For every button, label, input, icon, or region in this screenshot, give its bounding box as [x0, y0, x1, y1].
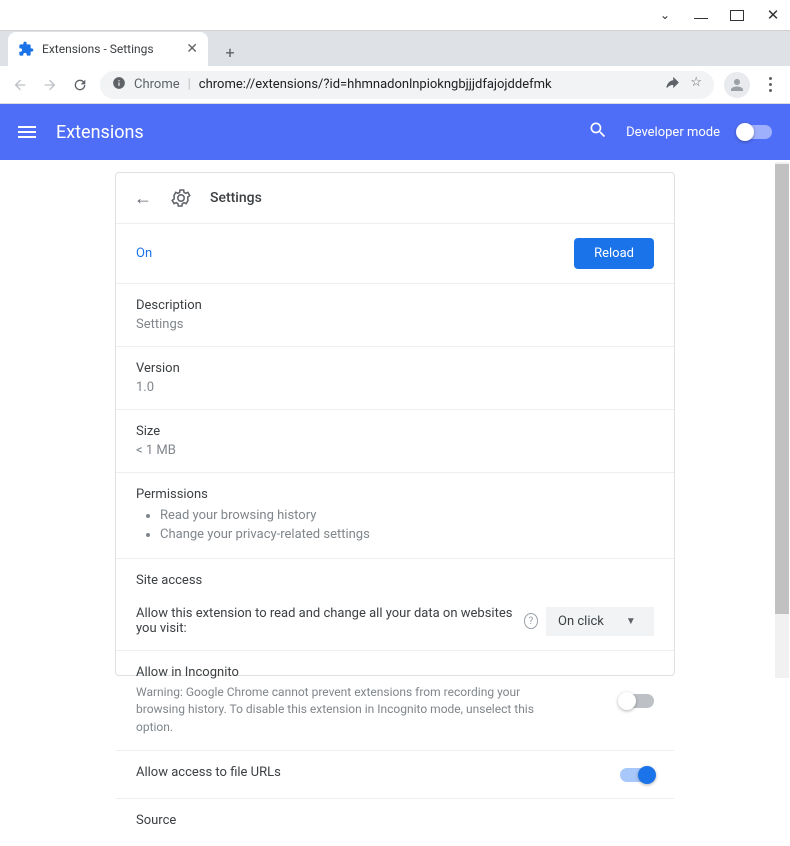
- window-controls: ⌄ ✕: [0, 0, 790, 30]
- gear-icon: [170, 187, 192, 209]
- browser-menu-button[interactable]: [760, 77, 780, 92]
- url-scheme-label: Chrome: [134, 77, 180, 92]
- developer-mode-toggle[interactable]: [738, 125, 772, 139]
- omnibox[interactable]: Chrome | chrome://extensions/?id=hhmnado…: [100, 71, 714, 99]
- nav-forward-button[interactable]: [40, 75, 60, 95]
- incognito-warning: Warning: Google Chrome cannot prevent ex…: [136, 684, 566, 736]
- window-maximize-button[interactable]: [730, 10, 744, 21]
- source-label: Source: [136, 813, 654, 828]
- back-arrow-button[interactable]: ←: [134, 188, 152, 209]
- share-icon[interactable]: [665, 75, 680, 94]
- site-info-icon[interactable]: [112, 76, 126, 94]
- permissions-label: Permissions: [136, 487, 654, 502]
- size-value: < 1 MB: [136, 443, 654, 458]
- nav-back-button[interactable]: [10, 75, 30, 95]
- detail-title: Settings: [210, 190, 262, 206]
- chevron-down-icon: ▼: [626, 616, 636, 627]
- window-chevron-icon[interactable]: ⌄: [658, 8, 672, 22]
- extensions-header: Extensions Developer mode: [0, 104, 790, 160]
- address-bar: Chrome | chrome://extensions/?id=hhmnado…: [0, 66, 790, 104]
- profile-avatar-button[interactable]: [724, 72, 750, 98]
- new-tab-button[interactable]: +: [216, 38, 244, 66]
- bookmark-star-icon[interactable]: ☆: [690, 75, 702, 94]
- browser-tab[interactable]: Extensions - Settings ✕: [8, 32, 208, 66]
- description-label: Description: [136, 298, 654, 313]
- window-minimize-button[interactable]: [694, 12, 708, 19]
- site-access-text: Allow this extension to read and change …: [136, 606, 516, 636]
- developer-mode-label: Developer mode: [626, 125, 720, 140]
- permission-item: Read your browsing history: [160, 506, 654, 525]
- reload-button[interactable]: Reload: [574, 238, 654, 269]
- permission-item: Change your privacy-related settings: [160, 525, 654, 544]
- version-value: 1.0: [136, 380, 654, 395]
- file-urls-toggle[interactable]: [620, 768, 654, 782]
- site-access-dropdown[interactable]: On click ▼: [546, 607, 654, 636]
- content-area: ← Settings On Reload Description Setting…: [0, 160, 790, 676]
- tab-close-icon[interactable]: ✕: [186, 41, 198, 57]
- url-text: chrome://extensions/?id=hhmnadonlnpiokng…: [199, 77, 552, 92]
- tab-strip: Extensions - Settings ✕ +: [0, 30, 790, 66]
- description-value: Settings: [136, 317, 654, 332]
- on-label: On: [136, 246, 152, 261]
- size-label: Size: [136, 424, 654, 439]
- hamburger-menu-icon[interactable]: [18, 126, 36, 138]
- extension-detail-card: ← Settings On Reload Description Setting…: [115, 172, 675, 676]
- tab-title: Extensions - Settings: [42, 42, 154, 56]
- puzzle-piece-icon: [18, 41, 34, 57]
- incognito-toggle[interactable]: [620, 694, 654, 708]
- search-icon[interactable]: [588, 120, 608, 144]
- window-close-button[interactable]: ✕: [766, 6, 780, 24]
- scrollbar[interactable]: [775, 162, 789, 678]
- incognito-label: Allow in Incognito: [136, 665, 566, 680]
- help-icon[interactable]: ?: [524, 613, 538, 629]
- file-urls-label: Allow access to file URLs: [136, 765, 281, 780]
- nav-reload-button[interactable]: [70, 75, 90, 95]
- site-access-value: On click: [558, 614, 604, 629]
- extensions-title: Extensions: [56, 122, 144, 143]
- version-label: Version: [136, 361, 654, 376]
- site-access-label: Site access: [136, 573, 654, 588]
- permissions-list: Read your browsing history Change your p…: [136, 506, 654, 544]
